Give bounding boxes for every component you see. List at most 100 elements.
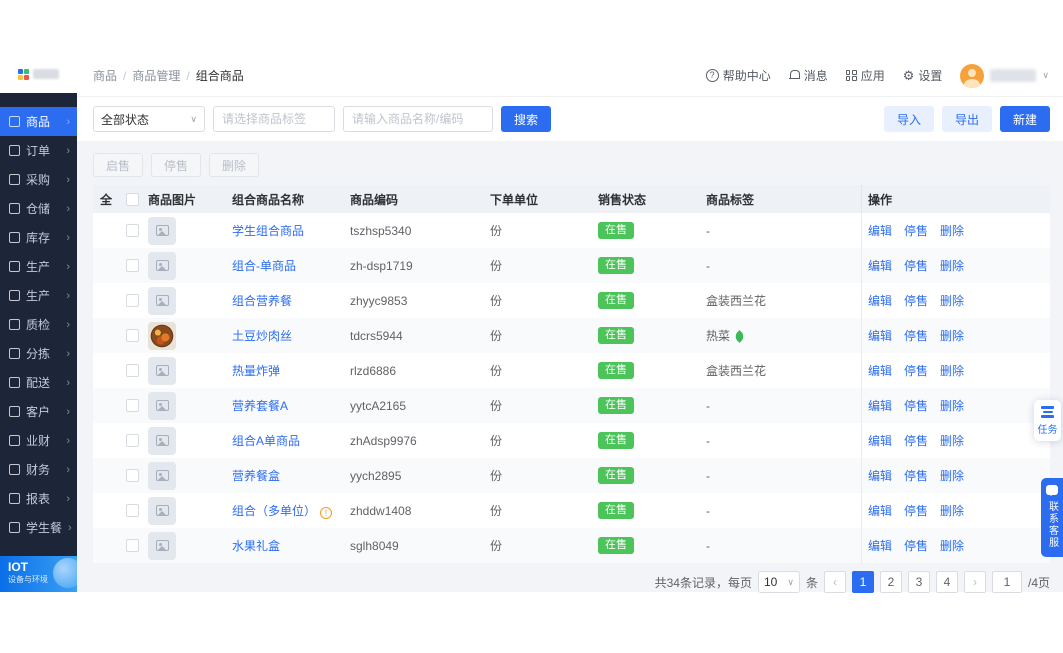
select-all-label: 全	[99, 192, 112, 207]
row-checkbox[interactable]	[125, 469, 139, 482]
stop-sale-link[interactable]: 停售	[904, 362, 928, 379]
row-checkbox[interactable]	[125, 399, 139, 412]
layers-icon	[1041, 406, 1054, 418]
bulk-off-sale-button[interactable]: 停售	[151, 153, 202, 177]
stop-sale-link[interactable]: 停售	[904, 397, 928, 414]
delete-link[interactable]: 删除	[940, 432, 964, 449]
product-name-link[interactable]: 土豆炒肉丝	[232, 329, 292, 343]
edit-link[interactable]: 编辑	[868, 222, 892, 239]
row-checkbox[interactable]	[125, 224, 139, 237]
product-name-link[interactable]: 组合-单商品	[232, 259, 296, 273]
edit-link[interactable]: 编辑	[868, 257, 892, 274]
import-button[interactable]: 导入	[883, 106, 934, 132]
delete-link[interactable]: 删除	[940, 397, 964, 414]
sidebar-item-订单[interactable]: 订单 ›	[0, 136, 77, 165]
product-name-link[interactable]: 营养餐盒	[232, 469, 280, 483]
prev-page-button[interactable]: ‹	[823, 571, 846, 593]
bulk-on-sale-button[interactable]: 启售	[93, 153, 144, 177]
page-button-4[interactable]: 4	[935, 571, 958, 593]
sidebar-item-生产[interactable]: 生产 ›	[0, 281, 77, 310]
sidebar-item-商品[interactable]: 商品 ›	[0, 107, 77, 136]
select-all-checkbox[interactable]	[125, 192, 139, 206]
row-checkbox[interactable]	[125, 364, 139, 377]
create-button[interactable]: 新建	[999, 106, 1050, 132]
edit-link[interactable]: 编辑	[868, 432, 892, 449]
row-checkbox[interactable]	[125, 504, 139, 517]
iot-banner[interactable]: IOT 设备与环境	[0, 556, 77, 592]
edit-link[interactable]: 编辑	[868, 327, 892, 344]
message-button[interactable]: 消息	[788, 67, 828, 84]
row-checkbox[interactable]	[125, 434, 139, 447]
delete-link[interactable]: 删除	[940, 222, 964, 239]
stop-sale-link[interactable]: 停售	[904, 292, 928, 309]
page-button-1[interactable]: 1	[851, 571, 874, 593]
product-name-link[interactable]: 组合A单商品	[232, 434, 300, 448]
product-name-link[interactable]: 组合（多单位）	[232, 504, 316, 518]
row-checkbox[interactable]	[125, 539, 139, 552]
edit-link[interactable]: 编辑	[868, 502, 892, 519]
edit-link[interactable]: 编辑	[868, 362, 892, 379]
stop-sale-link[interactable]: 停售	[904, 257, 928, 274]
search-button[interactable]: 搜索	[501, 106, 552, 132]
row-checkbox[interactable]	[125, 259, 139, 272]
export-button[interactable]: 导出	[941, 106, 992, 132]
row-checkbox[interactable]	[125, 329, 139, 342]
contact-service-button[interactable]: 联系客服	[1041, 478, 1063, 557]
product-name-link[interactable]: 热量炸弹	[232, 364, 280, 378]
warehouse-icon	[9, 203, 20, 214]
bulk-delete-button[interactable]: 删除	[209, 153, 260, 177]
stop-sale-link[interactable]: 停售	[904, 502, 928, 519]
stop-sale-link[interactable]: 停售	[904, 537, 928, 554]
settings-button[interactable]: ⚙ 设置	[903, 67, 943, 84]
edit-link[interactable]: 编辑	[868, 397, 892, 414]
page-button-2[interactable]: 2	[879, 571, 902, 593]
task-widget[interactable]: 任务	[1034, 400, 1061, 441]
user-menu[interactable]: ∨	[960, 63, 1049, 88]
edit-link[interactable]: 编辑	[868, 467, 892, 484]
apps-button[interactable]: 应用	[845, 67, 885, 84]
product-name-link[interactable]: 水果礼盒	[232, 539, 280, 553]
delete-link[interactable]: 删除	[940, 362, 964, 379]
stop-sale-link[interactable]: 停售	[904, 327, 928, 344]
help-center-button[interactable]: ? 帮助中心	[705, 67, 771, 84]
sidebar-item-业财[interactable]: 业财 ›	[0, 426, 77, 455]
row-checkbox[interactable]	[125, 294, 139, 307]
sidebar-item-生产[interactable]: 生产 ›	[0, 252, 77, 281]
sidebar-item-采购[interactable]: 采购 ›	[0, 165, 77, 194]
sidebar-item-财务[interactable]: 财务 ›	[0, 455, 77, 484]
sidebar-item-配送[interactable]: 配送 ›	[0, 368, 77, 397]
sidebar-item-库存[interactable]: 库存 ›	[0, 223, 77, 252]
stop-sale-link[interactable]: 停售	[904, 432, 928, 449]
stop-sale-link[interactable]: 停售	[904, 222, 928, 239]
sidebar-item-分拣[interactable]: 分拣 ›	[0, 339, 77, 368]
delete-link[interactable]: 删除	[940, 257, 964, 274]
delete-link[interactable]: 删除	[940, 537, 964, 554]
delete-link[interactable]: 删除	[940, 327, 964, 344]
tag-filter-input[interactable]	[213, 106, 335, 132]
stop-sale-link[interactable]: 停售	[904, 467, 928, 484]
sidebar-item-客户[interactable]: 客户 ›	[0, 397, 77, 426]
status-badge: 在售	[598, 432, 634, 449]
edit-link[interactable]: 编辑	[868, 537, 892, 554]
delete-link[interactable]: 删除	[940, 292, 964, 309]
sidebar-item-质检[interactable]: 质检 ›	[0, 310, 77, 339]
keyword-input[interactable]	[343, 106, 493, 132]
product-name-link[interactable]: 学生组合商品	[232, 224, 304, 238]
sidebar-item-学生餐[interactable]: 学生餐 ›	[0, 513, 77, 542]
edit-link[interactable]: 编辑	[868, 292, 892, 309]
image-icon	[155, 505, 169, 516]
delete-link[interactable]: 删除	[940, 502, 964, 519]
product-name-link[interactable]: 营养套餐A	[232, 399, 288, 413]
service-label: 联系客服	[1046, 501, 1058, 549]
status-select[interactable]: 全部状态 ∨	[93, 106, 205, 132]
page-jump-input[interactable]	[991, 571, 1022, 593]
breadcrumb-item[interactable]: 商品	[93, 67, 117, 84]
breadcrumb-item[interactable]: 商品管理	[132, 67, 180, 84]
page-button-3[interactable]: 3	[907, 571, 930, 593]
sidebar-item-报表[interactable]: 报表 ›	[0, 484, 77, 513]
page-size-select[interactable]: 10 ∨	[757, 571, 800, 593]
sidebar-item-仓储[interactable]: 仓储 ›	[0, 194, 77, 223]
delete-link[interactable]: 删除	[940, 467, 964, 484]
product-name-link[interactable]: 组合营养餐	[232, 294, 292, 308]
next-page-button[interactable]: ›	[963, 571, 986, 593]
